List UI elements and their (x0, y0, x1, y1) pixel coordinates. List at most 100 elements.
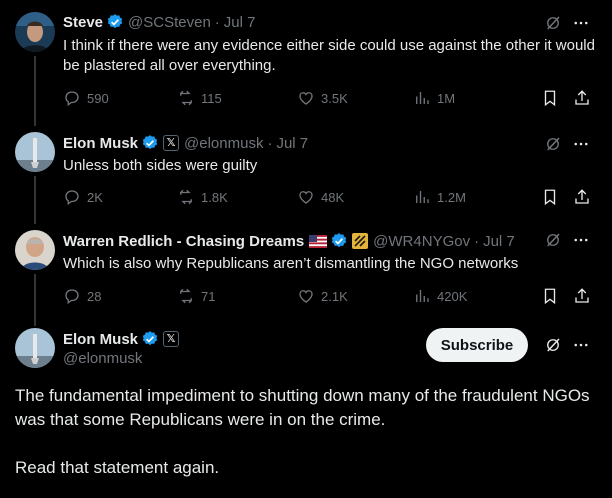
verified-icon (330, 232, 348, 250)
views-button[interactable]: 1.2M (413, 188, 535, 206)
reply-icon (63, 287, 81, 305)
thread-line (34, 56, 36, 126)
like-button[interactable]: 2.1K (297, 287, 413, 305)
reply-button[interactable]: 590 (63, 89, 177, 107)
tweet-header: Elon Musk 𝕏 @elonmusk · Jul 7 (63, 134, 308, 152)
thread-line (34, 274, 36, 320)
views-icon (413, 188, 431, 206)
grok-icon[interactable] (544, 14, 562, 32)
x-affiliate-icon: 𝕏 (163, 135, 180, 151)
tweet-end-actions (527, 188, 591, 206)
reply-icon (63, 188, 81, 206)
reply-icon (63, 89, 81, 107)
reply-count: 590 (87, 90, 109, 106)
tweet-top-actions (534, 135, 590, 153)
timestamp[interactable]: Jul 7 (483, 233, 515, 250)
main-tweet-top-actions (534, 336, 590, 354)
thread-line (34, 118, 36, 126)
share-icon[interactable] (573, 188, 591, 206)
avatar[interactable] (15, 132, 55, 172)
reply-button[interactable]: 28 (63, 287, 177, 305)
bookmark-icon[interactable] (541, 89, 559, 107)
timestamp[interactable]: Jul 7 (224, 14, 256, 31)
tweet-warren[interactable]: Warren Redlich - Chasing Dreams @WR4NYGo… (0, 214, 612, 320)
tweet-text: Which is also why Republicans aren’t dis… (63, 255, 519, 272)
repost-icon (177, 287, 195, 305)
repost-count: 1.8K (201, 189, 228, 205)
share-icon[interactable] (573, 89, 591, 107)
repost-icon (177, 188, 195, 206)
handle[interactable]: @SCSteven (128, 14, 211, 31)
more-icon[interactable] (572, 231, 590, 249)
handle[interactable]: @WR4NYGov (373, 233, 470, 250)
verified-icon (141, 134, 159, 152)
grok-icon[interactable] (544, 336, 562, 354)
avatar[interactable] (15, 12, 55, 52)
separator-dot: · (474, 232, 480, 250)
reply-count: 2K (87, 189, 103, 205)
x-affiliate-icon: 𝕏 (163, 331, 180, 347)
like-button[interactable]: 48K (297, 188, 413, 206)
action-bar: 2K 1.8K 48K 1.2M (63, 188, 591, 206)
repost-button[interactable]: 1.8K (177, 188, 297, 206)
thread-line (34, 214, 36, 224)
views-button[interactable]: 1M (413, 89, 535, 107)
bookmark-icon[interactable] (541, 188, 559, 206)
views-button[interactable]: 420K (413, 287, 535, 305)
handle[interactable]: @elonmusk (63, 350, 142, 367)
more-icon[interactable] (572, 14, 590, 32)
grok-icon[interactable] (544, 135, 562, 153)
repost-button[interactable]: 115 (177, 89, 297, 107)
display-name[interactable]: Warren Redlich - Chasing Dreams (63, 233, 304, 250)
tweet-top-actions (534, 231, 590, 249)
verified-icon (141, 330, 159, 348)
like-icon (297, 89, 315, 107)
repost-count: 71 (201, 288, 216, 304)
like-count: 2.1K (321, 288, 348, 304)
tweet-header: Elon Musk 𝕏 (63, 330, 180, 348)
tweet-text: Unless both sides were guilty (63, 157, 258, 174)
action-bar: 590 115 3.5K 1M (63, 89, 591, 107)
handle[interactable]: @elonmusk (184, 135, 263, 152)
avatar[interactable] (15, 328, 55, 368)
avatar[interactable] (15, 230, 55, 270)
timestamp[interactable]: Jul 7 (276, 135, 308, 152)
share-icon[interactable] (573, 287, 591, 305)
tweet-header: Steve @SCSteven · Jul 7 (63, 13, 255, 31)
display-name[interactable]: Elon Musk (63, 331, 138, 348)
bookmark-icon[interactable] (541, 287, 559, 305)
tweet-header: Warren Redlich - Chasing Dreams @WR4NYGo… (63, 232, 515, 250)
like-count: 3.5K (321, 90, 348, 106)
tweet-text-paragraph-2: Read that statement again. (15, 458, 220, 477)
separator-dot: · (267, 134, 273, 152)
action-bar: 28 71 2.1K 420K (63, 287, 591, 305)
reply-button[interactable]: 2K (63, 188, 177, 206)
grok-icon[interactable] (544, 231, 562, 249)
subscribe-button[interactable]: Subscribe (426, 328, 528, 362)
like-count: 48K (321, 189, 345, 205)
like-icon (297, 188, 315, 206)
repost-button[interactable]: 71 (177, 287, 297, 305)
views-icon (413, 287, 431, 305)
more-icon[interactable] (572, 336, 590, 354)
display-name[interactable]: Elon Musk (63, 135, 138, 152)
more-icon[interactable] (572, 135, 590, 153)
display-name[interactable]: Steve (63, 14, 103, 31)
tweet-text: I think if there were any evidence eithe… (63, 37, 595, 74)
tweet-steve[interactable]: Steve @SCSteven · Jul 7 I think if there… (0, 0, 612, 126)
like-button[interactable]: 3.5K (297, 89, 413, 107)
views-icon (413, 89, 431, 107)
repost-icon (177, 89, 195, 107)
view-count: 420K (437, 288, 468, 304)
tweet-elon-reply[interactable]: Elon Musk 𝕏 @elonmusk · Jul 7 Unless bot… (0, 118, 612, 222)
like-icon (297, 287, 315, 305)
repost-count: 115 (201, 90, 222, 106)
tweet-end-actions (527, 89, 591, 107)
view-count: 1.2M (437, 189, 466, 205)
tweet-text-paragraph-1: The fundamental impediment to shutting d… (15, 386, 590, 429)
thread-line (34, 316, 36, 326)
affiliate-badge-icon (352, 233, 369, 249)
tweet-end-actions (527, 287, 591, 305)
view-count: 1M (437, 90, 456, 106)
main-handle: @elonmusk (63, 350, 142, 367)
